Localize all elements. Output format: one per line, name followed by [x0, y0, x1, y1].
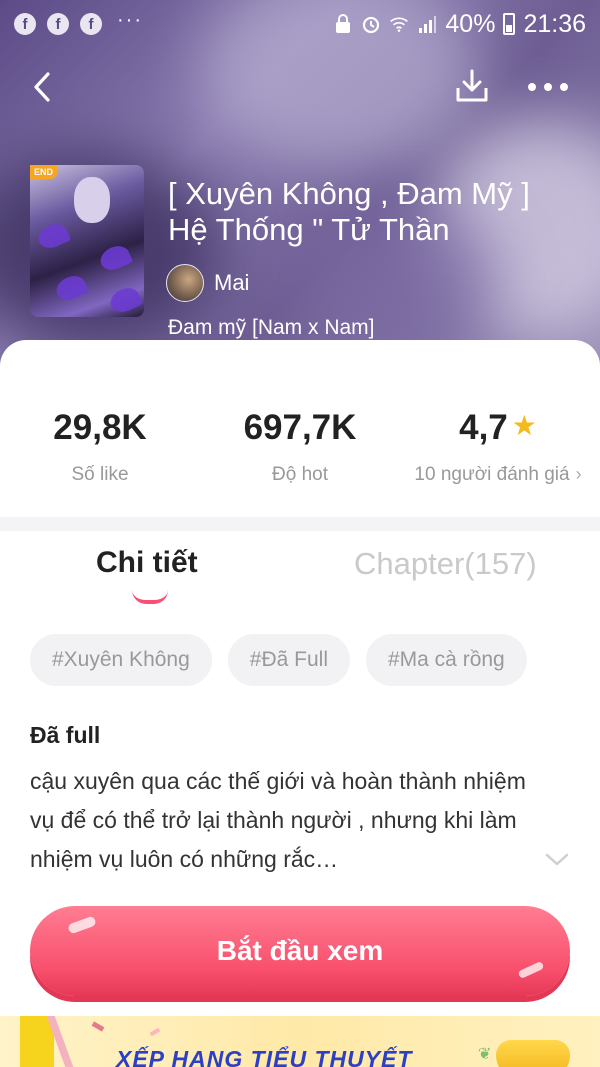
hot-stat: 697,7K Độ hot	[220, 408, 380, 486]
tab-bar: Chi tiết Chapter(157)	[0, 546, 600, 606]
likes-label: Số like	[71, 464, 129, 485]
trophy-icon	[496, 1040, 570, 1067]
tag-chip[interactable]: #Đã Full	[227, 634, 350, 686]
banner-text: XẾP HẠNG TIỂU THUYẾT	[116, 1046, 413, 1067]
author-avatar[interactable]	[166, 264, 204, 302]
more-notifications-icon: ···	[117, 8, 143, 31]
stats-row: 29,8K Số like 697,7K Độ hot 4,7 ★ 10 ngườ…	[0, 408, 600, 488]
tag-chip[interactable]: #Ma cà rồng	[366, 634, 527, 686]
facebook-notification-icon: f	[14, 13, 36, 35]
author-name[interactable]: Mai	[214, 270, 249, 296]
likes-value: 29,8K	[53, 408, 147, 447]
start-reading-button[interactable]: Bắt đầu xem	[30, 906, 570, 996]
download-icon	[456, 69, 488, 102]
tag-chip[interactable]: #Xuyên Không	[30, 634, 212, 686]
likes-stat: 29,8K Số like	[30, 408, 170, 486]
ranking-banner[interactable]: XẾP HẠNG TIỂU THUYẾT ❦	[0, 1016, 600, 1067]
book-cover-image	[30, 165, 144, 317]
chevron-right-icon: ›	[575, 464, 582, 484]
tag-list: #Xuyên Không #Đã Full #Ma cà rồng	[30, 634, 527, 686]
expand-description-button[interactable]	[542, 850, 572, 870]
book-genre: Đam mỹ [Nam x Nam]	[168, 316, 375, 339]
hot-label: Độ hot	[272, 464, 328, 485]
active-tab-indicator	[132, 590, 168, 604]
facebook-notification-icon: f	[47, 13, 69, 35]
back-button[interactable]	[26, 68, 60, 106]
chevron-down-icon	[545, 853, 569, 866]
tab-detail[interactable]: Chi tiết	[96, 546, 198, 580]
tab-chapter[interactable]: Chapter(157)	[354, 546, 537, 582]
status-bar: f f f ··· 40% 21:36	[0, 0, 600, 48]
section-divider	[0, 517, 600, 531]
clock: 21:36	[523, 9, 586, 38]
more-dots-icon	[528, 83, 568, 91]
chevron-left-icon	[34, 72, 50, 102]
battery-percent: 40%	[445, 9, 496, 38]
rating-stat[interactable]: 4,7 ★ 10 người đánh giá ›	[408, 408, 588, 486]
end-badge: END	[30, 165, 58, 179]
signal-icon	[417, 14, 437, 34]
description-text[interactable]: cậu xuyên qua các thế giới và hoàn thành…	[30, 762, 550, 879]
wifi-icon	[389, 14, 409, 34]
author-row[interactable]: Mai	[166, 264, 249, 302]
top-nav	[0, 62, 600, 112]
rating-label[interactable]: 10 người đánh giá	[414, 464, 569, 485]
more-button[interactable]	[526, 72, 570, 102]
alarm-icon	[361, 14, 381, 34]
description-heading: Đã full	[30, 722, 101, 748]
rating-value: 4,7	[459, 408, 508, 447]
book-title: [ Xuyên Không , Đam Mỹ ] Hệ Thống " Tử T…	[168, 176, 530, 247]
facebook-notification-icon: f	[80, 13, 102, 35]
start-reading-label: Bắt đầu xem	[216, 935, 384, 966]
star-icon: ★	[511, 410, 537, 441]
leaf-icon: ❦	[478, 1046, 492, 1063]
battery-icon	[503, 13, 516, 35]
lock-icon	[333, 14, 353, 34]
hot-value: 697,7K	[243, 408, 357, 447]
download-button[interactable]	[452, 66, 492, 106]
